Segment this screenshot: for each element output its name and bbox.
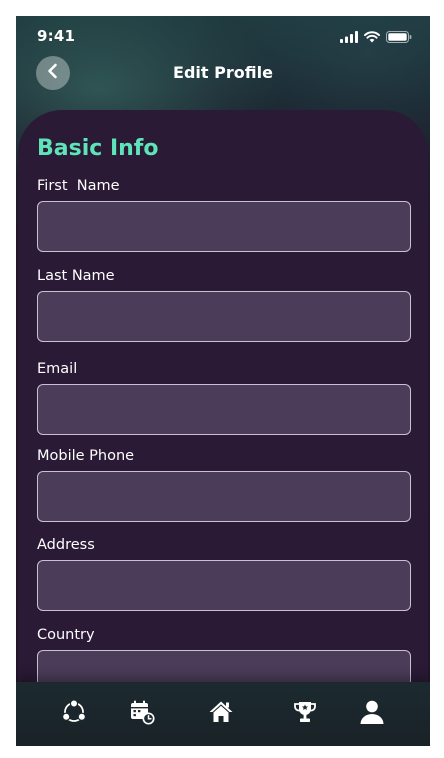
nav-item-profile[interactable] — [356, 698, 388, 730]
status-time: 9:41 — [37, 27, 76, 45]
nav-item-achievements[interactable] — [289, 698, 321, 730]
page-title: Edit Profile — [173, 63, 273, 82]
country-label: Country — [37, 627, 95, 643]
profile-icon — [358, 698, 386, 730]
community-icon — [60, 698, 88, 730]
status-icons — [340, 28, 412, 47]
address-label: Address — [37, 537, 95, 553]
mobile-phone-field: Mobile Phone — [37, 447, 411, 522]
signal-icon — [340, 28, 358, 47]
phone-screen: 9:41 Edit Profile Basic Info First Name … — [16, 16, 430, 746]
email-label: Email — [37, 361, 78, 377]
mobile-phone-input[interactable] — [37, 471, 411, 522]
calendar-icon — [128, 698, 156, 730]
bottom-nav — [16, 682, 430, 746]
home-icon — [207, 698, 235, 730]
last-name-field: Last Name — [37, 267, 411, 342]
last-name-label: Last Name — [37, 268, 115, 284]
header: Edit Profile — [16, 56, 430, 108]
email-field: Email — [37, 360, 411, 435]
nav-item-home[interactable] — [205, 698, 237, 730]
last-name-input[interactable] — [37, 291, 411, 342]
first-name-input[interactable] — [37, 201, 411, 252]
battery-icon — [386, 28, 412, 47]
address-field: Address — [37, 536, 411, 611]
edit-profile-form: Basic Info First Name Last Name Email Mo… — [18, 110, 428, 710]
nav-item-schedule[interactable] — [126, 698, 158, 730]
nav-item-community[interactable] — [58, 698, 90, 730]
first-name-label: First Name — [37, 178, 120, 194]
wifi-icon — [364, 28, 380, 47]
status-bar: 9:41 — [16, 16, 430, 56]
mobile-phone-label: Mobile Phone — [37, 448, 135, 464]
trophy-icon — [291, 698, 319, 730]
email-input[interactable] — [37, 384, 411, 435]
section-title: Basic Info — [37, 136, 159, 161]
address-input[interactable] — [37, 560, 411, 611]
first-name-field: First Name — [37, 177, 411, 252]
